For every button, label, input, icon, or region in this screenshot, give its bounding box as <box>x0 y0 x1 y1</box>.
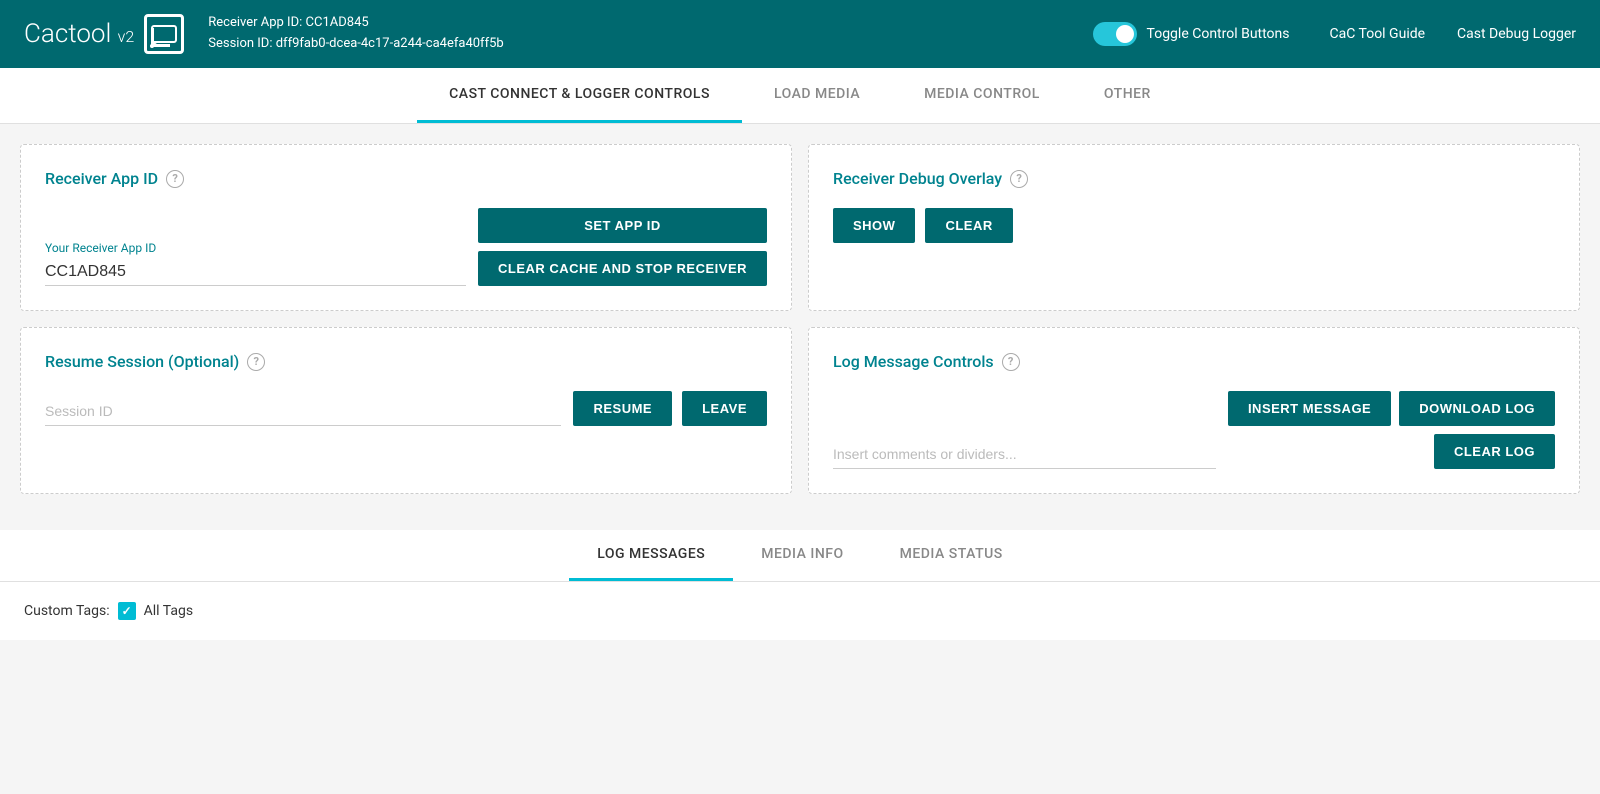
download-log-button[interactable]: DOWNLOAD LOG <box>1399 391 1555 426</box>
receiver-app-id-body: Your Receiver App ID SET APP ID CLEAR CA… <box>45 208 767 286</box>
receiver-debug-overlay-title: Receiver Debug Overlay ? <box>833 169 1555 188</box>
receiver-debug-overlay-card: Receiver Debug Overlay ? SHOW CLEAR <box>808 144 1580 311</box>
receiver-app-id-help-icon[interactable]: ? <box>166 170 184 188</box>
log-message-input-group <box>833 442 1216 469</box>
log-controls-help-icon[interactable]: ? <box>1002 353 1020 371</box>
receiver-app-id-buttons: SET APP ID CLEAR CACHE AND STOP RECEIVER <box>478 208 767 286</box>
log-message-controls-card: Log Message Controls ? INSERT MESSAGE DO… <box>808 327 1580 494</box>
clear-log-button[interactable]: CLEAR LOG <box>1434 434 1555 469</box>
custom-tags-row: Custom Tags: All Tags <box>24 602 1576 620</box>
toggle-label: Toggle Control Buttons <box>1147 26 1290 42</box>
logo: Cactool v2 <box>24 14 184 54</box>
app-name: Cactool v2 <box>24 19 134 49</box>
log-controls-body: INSERT MESSAGE DOWNLOAD LOG CLEAR LOG <box>833 391 1555 469</box>
tab-media-control[interactable]: MEDIA CONTROL <box>892 68 1072 123</box>
show-debug-button[interactable]: SHOW <box>833 208 915 243</box>
cast-debug-logger-link[interactable]: Cast Debug Logger <box>1457 26 1576 42</box>
toggle-control[interactable]: Toggle Control Buttons <box>1093 22 1290 46</box>
tab-load-media[interactable]: LOAD MEDIA <box>742 68 892 123</box>
resume-session-buttons: RESUME LEAVE <box>573 391 767 426</box>
bottom-tabs: LOG MESSAGES MEDIA INFO MEDIA STATUS <box>0 530 1600 582</box>
bottom-content: Custom Tags: All Tags <box>0 582 1600 640</box>
receiver-debug-help-icon[interactable]: ? <box>1010 170 1028 188</box>
session-id-input[interactable] <box>45 399 561 426</box>
header: Cactool v2 Receiver App ID: CC1AD845 Ses… <box>0 0 1600 68</box>
bottom-section: LOG MESSAGES MEDIA INFO MEDIA STATUS Cus… <box>0 530 1600 640</box>
receiver-app-id-info: Receiver App ID: CC1AD845 <box>208 13 1092 34</box>
session-id-input-group <box>45 399 561 426</box>
leave-button[interactable]: LEAVE <box>682 391 767 426</box>
clear-cache-stop-receiver-button[interactable]: CLEAR CACHE AND STOP RECEIVER <box>478 251 767 286</box>
receiver-app-id-input[interactable] <box>45 259 466 286</box>
cast-icon <box>144 14 184 54</box>
tab-media-info[interactable]: MEDIA INFO <box>733 530 871 581</box>
header-links: CaC Tool Guide Cast Debug Logger <box>1330 26 1577 42</box>
receiver-debug-body: SHOW CLEAR <box>833 208 1555 243</box>
cac-tool-guide-link[interactable]: CaC Tool Guide <box>1330 26 1426 42</box>
resume-session-help-icon[interactable]: ? <box>247 353 265 371</box>
tab-other[interactable]: OTHER <box>1072 68 1183 123</box>
toggle-switch[interactable] <box>1093 22 1137 46</box>
tab-log-messages[interactable]: LOG MESSAGES <box>569 530 733 581</box>
resume-session-card: Resume Session (Optional) ? RESUME LEAVE <box>20 327 792 494</box>
log-message-input[interactable] <box>833 442 1216 469</box>
session-id-info: Session ID: dff9fab0-dcea-4c17-a244-ca4e… <box>208 34 1092 55</box>
tab-cast-connect[interactable]: CAST CONNECT & LOGGER CONTROLS <box>417 68 742 123</box>
resume-session-body: RESUME LEAVE <box>45 391 767 426</box>
cards-grid: Receiver App ID ? Your Receiver App ID S… <box>20 144 1580 494</box>
resume-button[interactable]: RESUME <box>573 391 672 426</box>
receiver-app-id-card: Receiver App ID ? Your Receiver App ID S… <box>20 144 792 311</box>
all-tags-checkbox[interactable] <box>118 602 136 620</box>
main-tabs-container: CAST CONNECT & LOGGER CONTROLS LOAD MEDI… <box>0 68 1600 124</box>
log-controls-buttons: INSERT MESSAGE DOWNLOAD LOG CLEAR LOG <box>1228 391 1555 469</box>
custom-tags-label: Custom Tags: <box>24 603 110 619</box>
receiver-app-id-title: Receiver App ID ? <box>45 169 767 188</box>
insert-message-button[interactable]: INSERT MESSAGE <box>1228 391 1391 426</box>
main-content: Receiver App ID ? Your Receiver App ID S… <box>0 124 1600 514</box>
header-info: Receiver App ID: CC1AD845 Session ID: df… <box>208 13 1092 55</box>
all-tags-label: All Tags <box>144 603 193 619</box>
clear-debug-button[interactable]: CLEAR <box>925 208 1012 243</box>
receiver-app-id-input-group: Your Receiver App ID <box>45 241 466 286</box>
log-btn-row-bottom: CLEAR LOG <box>1434 434 1555 469</box>
log-btn-row-top: INSERT MESSAGE DOWNLOAD LOG <box>1228 391 1555 426</box>
log-controls-title: Log Message Controls ? <box>833 352 1555 371</box>
receiver-app-id-input-label: Your Receiver App ID <box>45 241 466 255</box>
main-tabs: CAST CONNECT & LOGGER CONTROLS LOAD MEDI… <box>0 68 1600 123</box>
tab-media-status[interactable]: MEDIA STATUS <box>872 530 1031 581</box>
resume-session-title: Resume Session (Optional) ? <box>45 352 767 371</box>
set-app-id-button[interactable]: SET APP ID <box>478 208 767 243</box>
